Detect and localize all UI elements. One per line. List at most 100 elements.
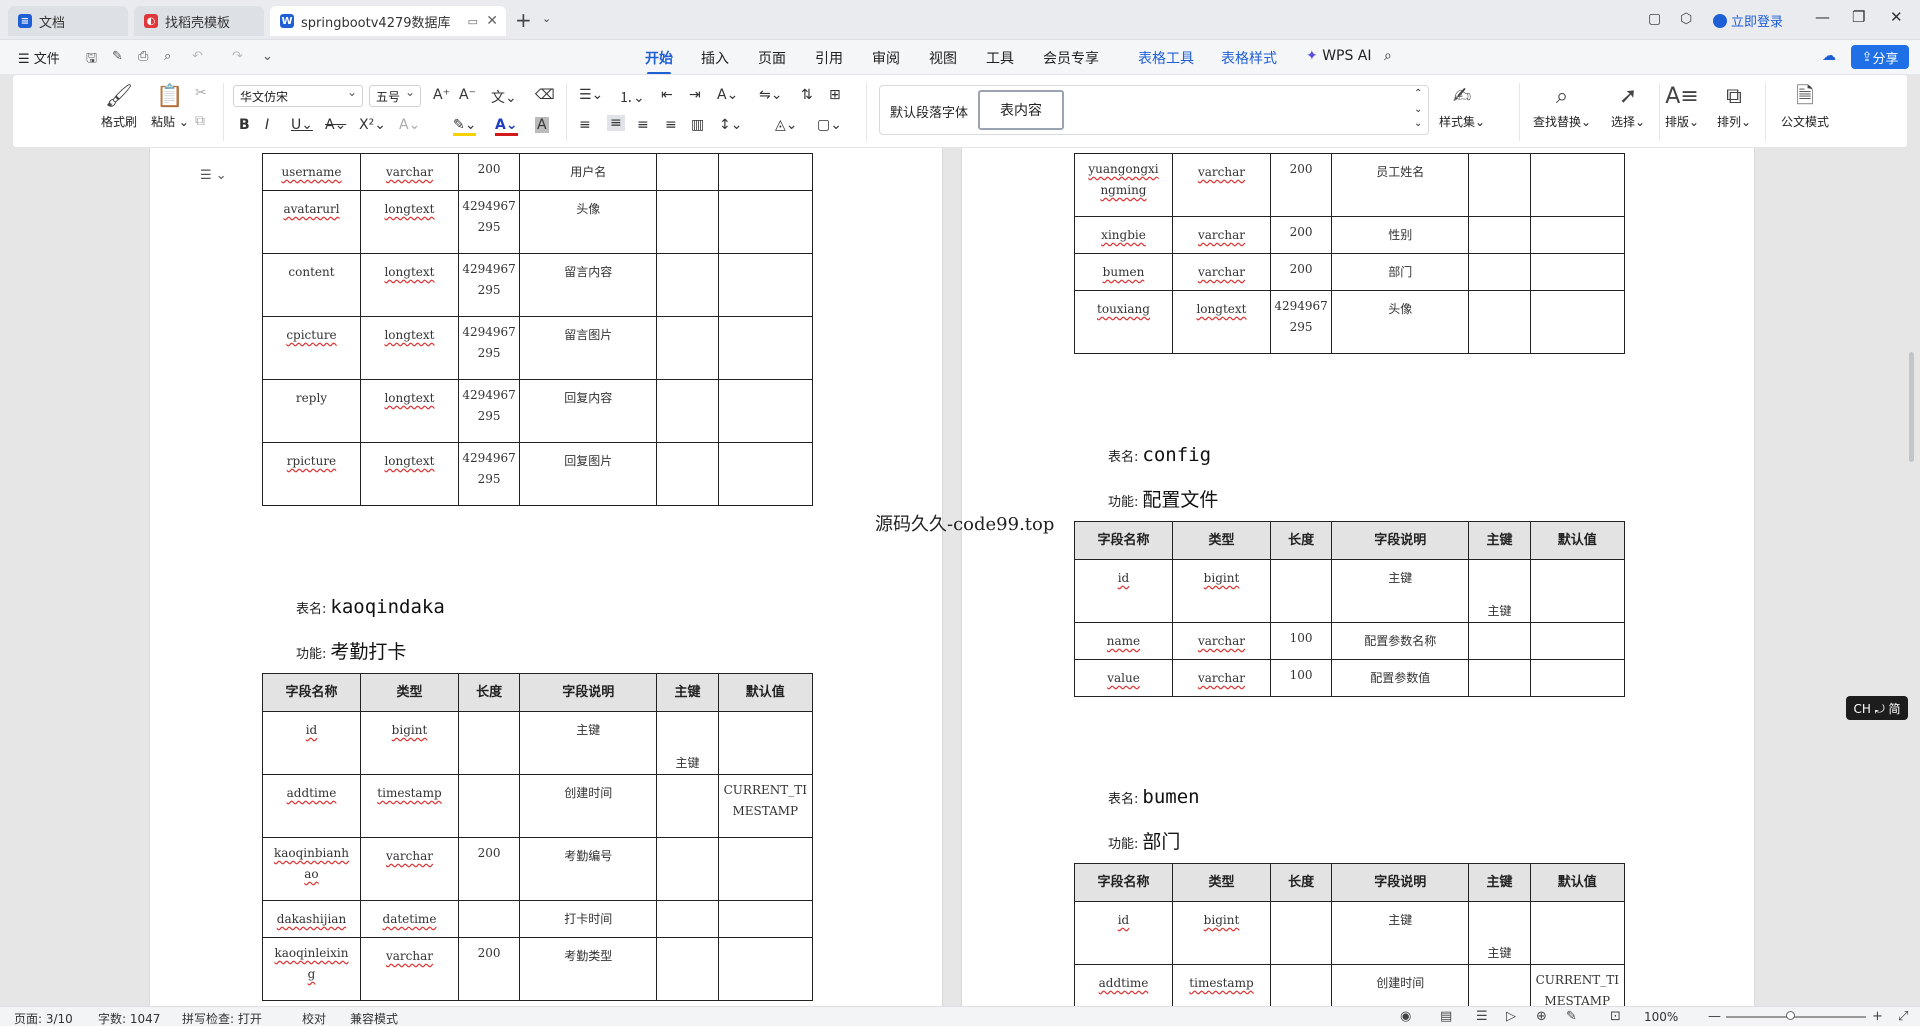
cell-desc[interactable]: 主键 — [1331, 559, 1470, 623]
column-header[interactable]: 长度 — [457, 673, 521, 712]
cell-pk[interactable] — [656, 253, 719, 317]
tab-tools[interactable]: 工具 — [986, 48, 1014, 68]
sort-icon[interactable]: ⇅ — [801, 87, 813, 103]
column-header[interactable]: 类型 — [359, 673, 459, 712]
cell-name[interactable]: id — [262, 711, 361, 775]
gallery-down-icon[interactable]: ⌄ — [1414, 104, 1422, 115]
word-count[interactable]: 字数: 1047 — [98, 1010, 160, 1026]
cell-name[interactable]: id — [1074, 559, 1173, 623]
cell-def[interactable] — [1529, 559, 1626, 623]
align-left-icon[interactable]: ≡ — [579, 117, 591, 133]
cell-len[interactable] — [1269, 559, 1333, 623]
decrease-indent-icon[interactable]: ⇤ — [661, 87, 673, 103]
cell-desc[interactable]: 考勤编号 — [519, 837, 658, 901]
cell-type[interactable]: longtext — [359, 316, 459, 380]
shrink-font-icon[interactable]: A⁻ — [459, 87, 476, 103]
table-row[interactable]: content longtext 4294967295 留言内容 — [262, 253, 814, 317]
paste-button[interactable]: 📋 粘贴 ⌄ — [151, 83, 189, 130]
table-row[interactable]: addtime timestamp 创建时间 CURRENT_TIMESTAMP — [262, 774, 814, 838]
cell-desc[interactable]: 配置参数值 — [1331, 659, 1470, 697]
play-icon[interactable]: ▷ — [1506, 1009, 1516, 1024]
cell-def[interactable] — [717, 937, 814, 1001]
gallery-up-icon[interactable]: ⌃ — [1414, 88, 1422, 99]
cell-desc[interactable]: 头像 — [1331, 290, 1470, 354]
cell-len[interactable]: 4294967295 — [457, 379, 521, 443]
zoom-level[interactable]: 100% — [1644, 1010, 1678, 1024]
cell-name[interactable]: dakashijian — [262, 900, 361, 938]
cell-len[interactable]: 200 — [457, 837, 521, 901]
cell-len[interactable] — [457, 774, 521, 838]
tab-view[interactable]: 视图 — [929, 48, 957, 68]
cell-type[interactable]: varchar — [359, 153, 459, 191]
font-color-icon[interactable]: A⌄ — [495, 117, 518, 136]
cell-type[interactable]: varchar — [1171, 622, 1271, 660]
cell-len[interactable]: 4294967295 — [1269, 290, 1333, 354]
cell-name[interactable]: addtime — [262, 774, 361, 838]
borders-icon[interactable]: ▢⌄ — [817, 117, 842, 133]
cell-type[interactable]: varchar — [1171, 659, 1271, 697]
cell-pk[interactable] — [1468, 290, 1531, 354]
column-header[interactable]: 默认值 — [1529, 863, 1626, 902]
official-mode-button[interactable]: 🗎 公文模式 — [1781, 83, 1829, 130]
undo-icon[interactable]: ↶ — [192, 49, 203, 64]
table-row[interactable]: bumen varchar 200 部门 — [1074, 253, 1626, 291]
cell-name[interactable]: reply — [262, 379, 361, 443]
cell-def[interactable] — [717, 900, 814, 938]
underline-icon[interactable]: U⌄ — [291, 117, 313, 133]
cell-desc[interactable]: 回复内容 — [519, 379, 658, 443]
number-list-icon[interactable]: ⒈⌄ — [619, 87, 645, 107]
shading-icon[interactable]: ◬⌄ — [775, 117, 798, 133]
column-header[interactable]: 主键 — [1468, 863, 1531, 902]
cell-desc[interactable]: 主键 — [519, 711, 658, 775]
italic-icon[interactable]: I — [265, 117, 269, 133]
superscript-icon[interactable]: X²⌄ — [359, 117, 386, 133]
cell-def[interactable] — [717, 190, 814, 254]
print-preview-icon[interactable]: ⌕ — [164, 49, 171, 64]
pen-mode-icon[interactable]: ✎ — [1566, 1009, 1577, 1024]
increase-indent-icon[interactable]: ⇥ — [689, 87, 701, 103]
print-icon[interactable]: ⎙ — [138, 49, 148, 64]
cell-def[interactable] — [717, 253, 814, 317]
close-window-icon[interactable]: ✕ — [1890, 8, 1903, 26]
distribute-icon[interactable]: ▥ — [691, 117, 704, 133]
table-row[interactable]: id bigint 主键 主键 — [1074, 559, 1626, 623]
column-header[interactable]: 长度 — [1269, 521, 1333, 560]
column-header[interactable]: 字段名称 — [1074, 863, 1173, 902]
cell-desc[interactable]: 留言图片 — [519, 316, 658, 380]
cell-def[interactable] — [1529, 901, 1626, 965]
cell-name[interactable]: value — [1074, 659, 1173, 697]
cell-type[interactable]: bigint — [1171, 559, 1271, 623]
cell-pk[interactable] — [1468, 153, 1531, 217]
cell-pk[interactable] — [1468, 622, 1531, 660]
tab-docer[interactable]: ◐ 找稻壳模板 — [134, 6, 264, 36]
save-icon[interactable]: 🖫 — [86, 49, 97, 71]
cell-name[interactable]: yuangongxingming — [1074, 153, 1173, 217]
table-kaoqindaka[interactable]: 字段名称 类型 长度 字段说明 主键 默认值 id bigint 主键 主键 addtime time… — [262, 673, 814, 1001]
minimize-icon[interactable]: — — [1815, 8, 1830, 26]
cell-type[interactable]: longtext — [359, 379, 459, 443]
cell-def[interactable] — [717, 379, 814, 443]
zoom-slider-handle[interactable] — [1786, 1011, 1795, 1020]
tab-member[interactable]: 会员专享 — [1043, 48, 1099, 68]
monitor-icon[interactable]: ▭ — [468, 15, 478, 28]
cell-type[interactable]: longtext — [359, 190, 459, 254]
column-header[interactable]: 字段名称 — [1074, 521, 1173, 560]
cell-pk[interactable]: 主键 — [656, 711, 719, 775]
cut-icon[interactable]: ✂ — [195, 85, 207, 101]
cell-len[interactable]: 200 — [1269, 253, 1333, 291]
fit-page-icon[interactable]: ⊡ — [1610, 1009, 1621, 1024]
column-header[interactable]: 字段名称 — [262, 673, 361, 712]
column-header[interactable]: 默认值 — [1529, 521, 1626, 560]
bullet-list-icon[interactable]: ☰⌄ — [579, 87, 603, 103]
column-header[interactable]: 默认值 — [717, 673, 814, 712]
table-row[interactable]: value varchar 100 配置参数值 — [1074, 659, 1626, 697]
tab-wps-ai[interactable]: ✦ WPS AI — [1306, 48, 1372, 64]
cell-type[interactable]: longtext — [1171, 290, 1271, 354]
cell-def[interactable] — [1529, 659, 1626, 697]
cell-len[interactable]: 4294967295 — [457, 253, 521, 317]
cell-pk[interactable] — [656, 837, 719, 901]
tab-insert[interactable]: 插入 — [701, 48, 729, 68]
login-link[interactable]: 立即登录 — [1713, 11, 1783, 30]
tab-table-tools[interactable]: 表格工具 — [1138, 48, 1194, 68]
table-row[interactable]: username varchar 200 用户名 — [262, 153, 814, 191]
